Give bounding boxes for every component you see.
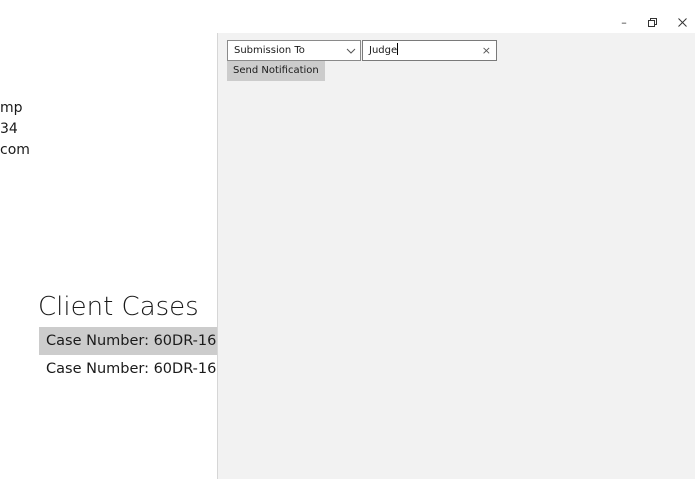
case-list: Case Number: 60DR-16-00 Case Number: 60D… bbox=[39, 327, 219, 383]
contact-line-2: 34 bbox=[0, 121, 18, 137]
contact-line-3: com bbox=[0, 142, 30, 158]
send-notification-button[interactable]: Send Notification bbox=[227, 61, 325, 81]
contact-line-1: mp bbox=[0, 100, 23, 116]
submission-to-dropdown[interactable]: Submission To bbox=[227, 40, 361, 61]
recipient-input-value: Judge bbox=[369, 45, 398, 56]
clear-icon[interactable]: × bbox=[482, 41, 491, 60]
close-button[interactable] bbox=[672, 12, 692, 32]
notification-pane: Submission To Judge × Send Notification bbox=[217, 33, 695, 479]
case-list-item[interactable]: Case Number: 60DR-16-00 bbox=[39, 327, 219, 355]
app-window: – mp 34 com Client Cases Case Number: 60… bbox=[0, 0, 695, 494]
text-caret bbox=[397, 43, 399, 55]
recipient-input[interactable]: Judge × bbox=[362, 40, 497, 61]
dropdown-selected-value: Submission To bbox=[234, 45, 305, 56]
restore-icon bbox=[647, 17, 657, 27]
maximize-button[interactable] bbox=[642, 12, 662, 32]
close-icon bbox=[677, 17, 687, 27]
minimize-button[interactable]: – bbox=[614, 12, 634, 32]
case-list-item[interactable]: Case Number: 60DR-16-00 bbox=[39, 355, 219, 383]
minimize-icon: – bbox=[621, 15, 627, 29]
chevron-down-icon bbox=[346, 48, 356, 54]
contact-info: mp 34 com bbox=[0, 98, 30, 161]
client-cases-title: Client Cases bbox=[38, 292, 199, 322]
